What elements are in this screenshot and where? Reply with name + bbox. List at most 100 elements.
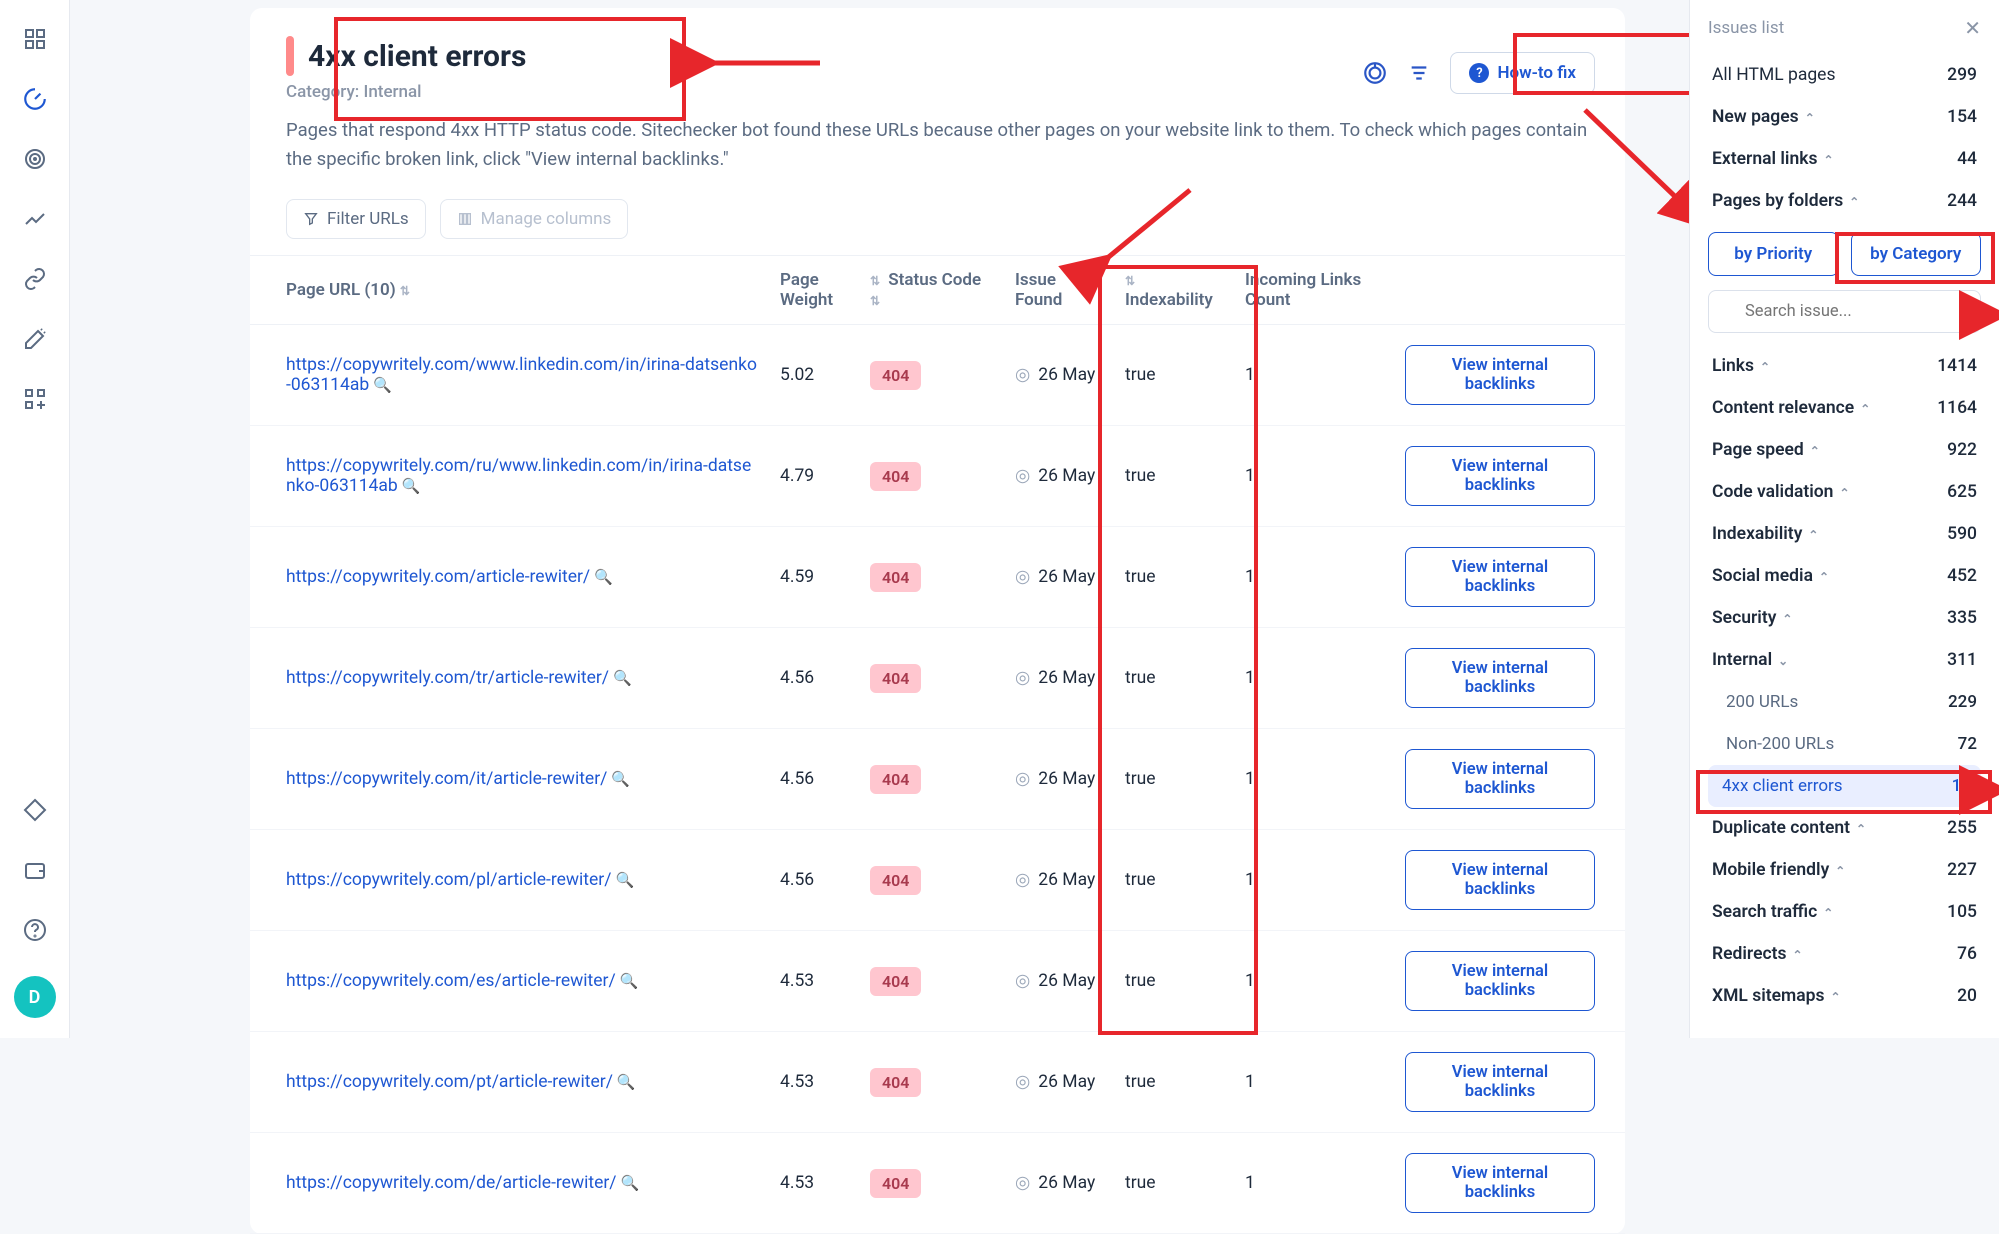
view-backlinks-button[interactable]: View internal backlinks: [1405, 951, 1595, 1011]
sidebar-all-html[interactable]: All HTML pages 299: [1708, 54, 1981, 96]
view-backlinks-button[interactable]: View internal backlinks: [1405, 850, 1595, 910]
diamond-icon[interactable]: [21, 796, 49, 824]
magnify-icon[interactable]: 🔍: [594, 568, 613, 586]
sidebar-group[interactable]: Links⌃1414: [1708, 345, 1981, 387]
gauge-icon[interactable]: [21, 85, 49, 113]
sidebar-item-4xx-errors[interactable]: 4xx client errors10: [1708, 765, 1981, 807]
close-icon[interactable]: ✕: [1964, 16, 1981, 40]
target-small-icon: ◎: [1015, 971, 1030, 991]
magnify-icon[interactable]: 🔍: [402, 477, 421, 495]
sidebar-sub-item[interactable]: Non-200 URLs72: [1708, 723, 1981, 765]
howto-button[interactable]: ? How-to fix: [1450, 52, 1595, 94]
url-cell: https://copywritely.com/de/article-rewit…: [250, 1133, 770, 1234]
view-backlinks-button[interactable]: View internal backlinks: [1405, 547, 1595, 607]
index-cell: true: [1115, 527, 1235, 628]
links-cell: 1: [1235, 628, 1395, 729]
manage-label: Manage columns: [481, 209, 612, 229]
url-link[interactable]: https://copywritely.com/it/article-rewit…: [286, 769, 607, 789]
filter-urls-button[interactable]: Filter URLs: [286, 199, 426, 239]
links-cell: 1: [1235, 830, 1395, 931]
sidebar-group[interactable]: Code validation⌃625: [1708, 471, 1981, 513]
sort-icon[interactable]: [1406, 60, 1432, 86]
sidebar-internal[interactable]: Internal⌄ 311: [1708, 639, 1981, 681]
sidebar-group[interactable]: Security⌃335: [1708, 597, 1981, 639]
table-row: https://copywritely.com/pl/article-rewit…: [250, 830, 1625, 931]
url-cell: https://copywritely.com/pl/article-rewit…: [250, 830, 770, 931]
sidebar-new-pages[interactable]: New pages⌃ 154: [1708, 96, 1981, 138]
manage-columns-button[interactable]: Manage columns: [440, 199, 629, 239]
search-issue-input[interactable]: [1708, 290, 1981, 333]
url-link[interactable]: https://copywritely.com/www.linkedin.com…: [286, 355, 757, 395]
table-row: https://copywritely.com/es/article-rewit…: [250, 931, 1625, 1032]
url-link[interactable]: https://copywritely.com/ru/www.linkedin.…: [286, 456, 751, 496]
url-link[interactable]: https://copywritely.com/es/article-rewit…: [286, 971, 616, 991]
tab-by-priority[interactable]: by Priority: [1708, 232, 1839, 276]
radar-icon[interactable]: [1362, 60, 1388, 86]
weight-cell: 4.53: [770, 931, 860, 1032]
index-cell: true: [1115, 1032, 1235, 1133]
avatar[interactable]: D: [14, 976, 56, 1018]
weight-cell: 4.53: [770, 1133, 860, 1234]
col-index[interactable]: ⇅ Indexability: [1115, 256, 1235, 325]
sidebar-pages-folders[interactable]: Pages by folders⌃ 244: [1708, 180, 1981, 222]
col-url[interactable]: Page URL (10) ⇅: [250, 256, 770, 325]
sidebar-group[interactable]: Duplicate content⌃255: [1708, 807, 1981, 849]
view-backlinks-button[interactable]: View internal backlinks: [1405, 1052, 1595, 1112]
magnify-icon[interactable]: 🔍: [615, 871, 634, 889]
sidebar-group[interactable]: Content relevance⌃1164: [1708, 387, 1981, 429]
sidebar-group[interactable]: Social media⌃452: [1708, 555, 1981, 597]
index-cell: true: [1115, 931, 1235, 1032]
magnify-icon[interactable]: 🔍: [611, 770, 630, 788]
magnify-icon[interactable]: 🔍: [621, 1174, 640, 1192]
col-incoming[interactable]: Incoming Links Count: [1235, 256, 1395, 325]
sidebar-sub-item[interactable]: 200 URLs229: [1708, 681, 1981, 723]
target-small-icon: ◎: [1015, 567, 1030, 587]
sidebar-group[interactable]: XML sitemaps⌃20: [1708, 975, 1981, 1017]
trend-icon[interactable]: [21, 205, 49, 233]
sidebar-group[interactable]: Search traffic⌃105: [1708, 891, 1981, 933]
col-issue[interactable]: Issue Found: [1005, 256, 1115, 325]
view-backlinks-button[interactable]: View internal backlinks: [1405, 1153, 1595, 1213]
col-weight[interactable]: Page Weight: [770, 256, 860, 325]
view-backlinks-button[interactable]: View internal backlinks: [1405, 749, 1595, 809]
view-backlinks-button[interactable]: View internal backlinks: [1405, 345, 1595, 405]
link-icon[interactable]: [21, 265, 49, 293]
urls-table: Page URL (10) ⇅ Page Weight ⇅ Status Cod…: [250, 255, 1625, 1234]
url-link[interactable]: https://copywritely.com/article-rewiter/: [286, 567, 590, 587]
magnify-icon[interactable]: 🔍: [613, 669, 632, 687]
status-badge: 404: [870, 866, 921, 895]
dashboard-icon[interactable]: [21, 25, 49, 53]
issue-cell: ◎26 May: [1005, 527, 1115, 628]
weight-cell: 4.53: [770, 1032, 860, 1133]
sidebar-external-links[interactable]: External links⌃ 44: [1708, 138, 1981, 180]
magnify-icon[interactable]: 🔍: [373, 376, 392, 394]
issue-cell: ◎26 May: [1005, 1133, 1115, 1234]
view-backlinks-button[interactable]: View internal backlinks: [1405, 648, 1595, 708]
url-link[interactable]: https://copywritely.com/tr/article-rewit…: [286, 668, 609, 688]
sidebar-group[interactable]: Indexability⌃590: [1708, 513, 1981, 555]
url-link[interactable]: https://copywritely.com/de/article-rewit…: [286, 1173, 617, 1193]
sidebar-group[interactable]: Redirects⌃76: [1708, 933, 1981, 975]
magic-icon[interactable]: [21, 325, 49, 353]
col-status[interactable]: ⇅ Status Code ⇅: [860, 256, 1005, 325]
view-backlinks-button[interactable]: View internal backlinks: [1405, 446, 1595, 506]
help-icon[interactable]: [21, 916, 49, 944]
url-link[interactable]: https://copywritely.com/pl/article-rewit…: [286, 870, 611, 890]
status-badge: 404: [870, 1068, 921, 1097]
apps-icon[interactable]: [21, 385, 49, 413]
weight-cell: 4.59: [770, 527, 860, 628]
issue-cell: ◎26 May: [1005, 325, 1115, 426]
tab-by-category[interactable]: by Category: [1851, 232, 1982, 276]
sidebar-group[interactable]: Page speed⌃922: [1708, 429, 1981, 471]
magnify-icon[interactable]: 🔍: [620, 972, 639, 990]
status-badge: 404: [870, 563, 921, 592]
url-cell: https://copywritely.com/pt/article-rewit…: [250, 1032, 770, 1133]
magnify-icon[interactable]: 🔍: [617, 1073, 636, 1091]
url-link[interactable]: https://copywritely.com/pt/article-rewit…: [286, 1072, 613, 1092]
wallet-icon[interactable]: [21, 856, 49, 884]
sidebar-group[interactable]: Mobile friendly⌃227: [1708, 849, 1981, 891]
status-cell: 404: [860, 931, 1005, 1032]
status-badge: 404: [870, 462, 921, 491]
target-icon[interactable]: [21, 145, 49, 173]
table-row: https://copywritely.com/ru/www.linkedin.…: [250, 426, 1625, 527]
